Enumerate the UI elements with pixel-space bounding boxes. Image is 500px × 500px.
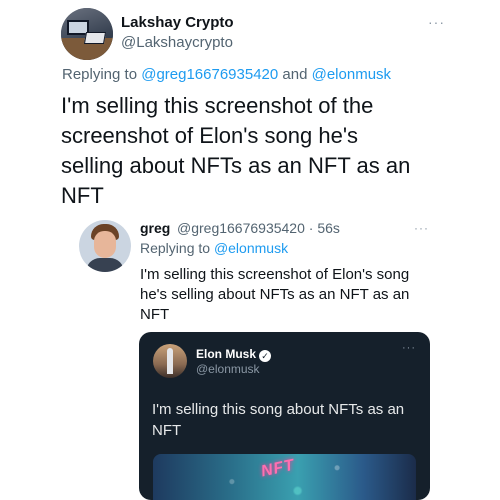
verified-badge-icon: ✓ bbox=[259, 350, 272, 362]
quoted-more-options-icon[interactable]: ··· bbox=[414, 221, 429, 235]
avatar-rocket bbox=[167, 348, 173, 374]
quoted-author-avatar[interactable] bbox=[79, 220, 131, 272]
embedded-author-name-text: Elon Musk bbox=[196, 347, 257, 361]
replying-to-label: Replying to bbox=[62, 66, 142, 83]
embedded-tweet-card[interactable]: Elon Musk ✓ @elonmusk ··· I'm selling thi… bbox=[139, 332, 430, 500]
embedded-author-handle[interactable]: @elonmusk bbox=[196, 362, 260, 376]
mention-link-greg[interactable]: @greg16676935420 bbox=[141, 66, 278, 83]
quoted-replying-to-label: Replying to bbox=[140, 240, 214, 256]
author-avatar[interactable] bbox=[61, 8, 113, 60]
embedded-author-avatar[interactable] bbox=[153, 344, 187, 378]
quoted-mention-link-elonmusk[interactable]: @elonmusk bbox=[214, 240, 288, 256]
tweet-text: I'm selling this screenshot of the scree… bbox=[61, 93, 411, 208]
embedded-author-name[interactable]: Elon Musk ✓ bbox=[196, 347, 272, 362]
embedded-more-options-icon[interactable]: ··· bbox=[402, 342, 416, 354]
author-handle[interactable]: @Lakshaycrypto bbox=[121, 34, 233, 51]
embedded-tweet-text: I'm selling this song about NFTs as an N… bbox=[152, 401, 405, 439]
quoted-tweet-text: I'm selling this screenshot of Elon's so… bbox=[140, 266, 410, 323]
replying-to-and: and bbox=[278, 66, 312, 83]
quoted-author-name[interactable]: greg bbox=[140, 220, 170, 236]
quoted-replying-to: Replying to @elonmusk bbox=[140, 240, 288, 256]
replying-to: Replying to @greg16676935420 and @elonmu… bbox=[62, 66, 391, 83]
avatar-face bbox=[94, 231, 116, 258]
avatar-shirt bbox=[86, 258, 124, 272]
quoted-author-handle-time[interactable]: @greg16676935420 · 56s bbox=[177, 220, 340, 236]
avatar-laptop bbox=[83, 32, 107, 44]
more-options-icon[interactable]: ··· bbox=[428, 14, 445, 30]
mention-link-elonmusk[interactable]: @elonmusk bbox=[312, 66, 391, 83]
embedded-media-thumbnail[interactable]: NFT bbox=[153, 454, 416, 500]
author-name[interactable]: Lakshay Crypto bbox=[121, 14, 234, 31]
